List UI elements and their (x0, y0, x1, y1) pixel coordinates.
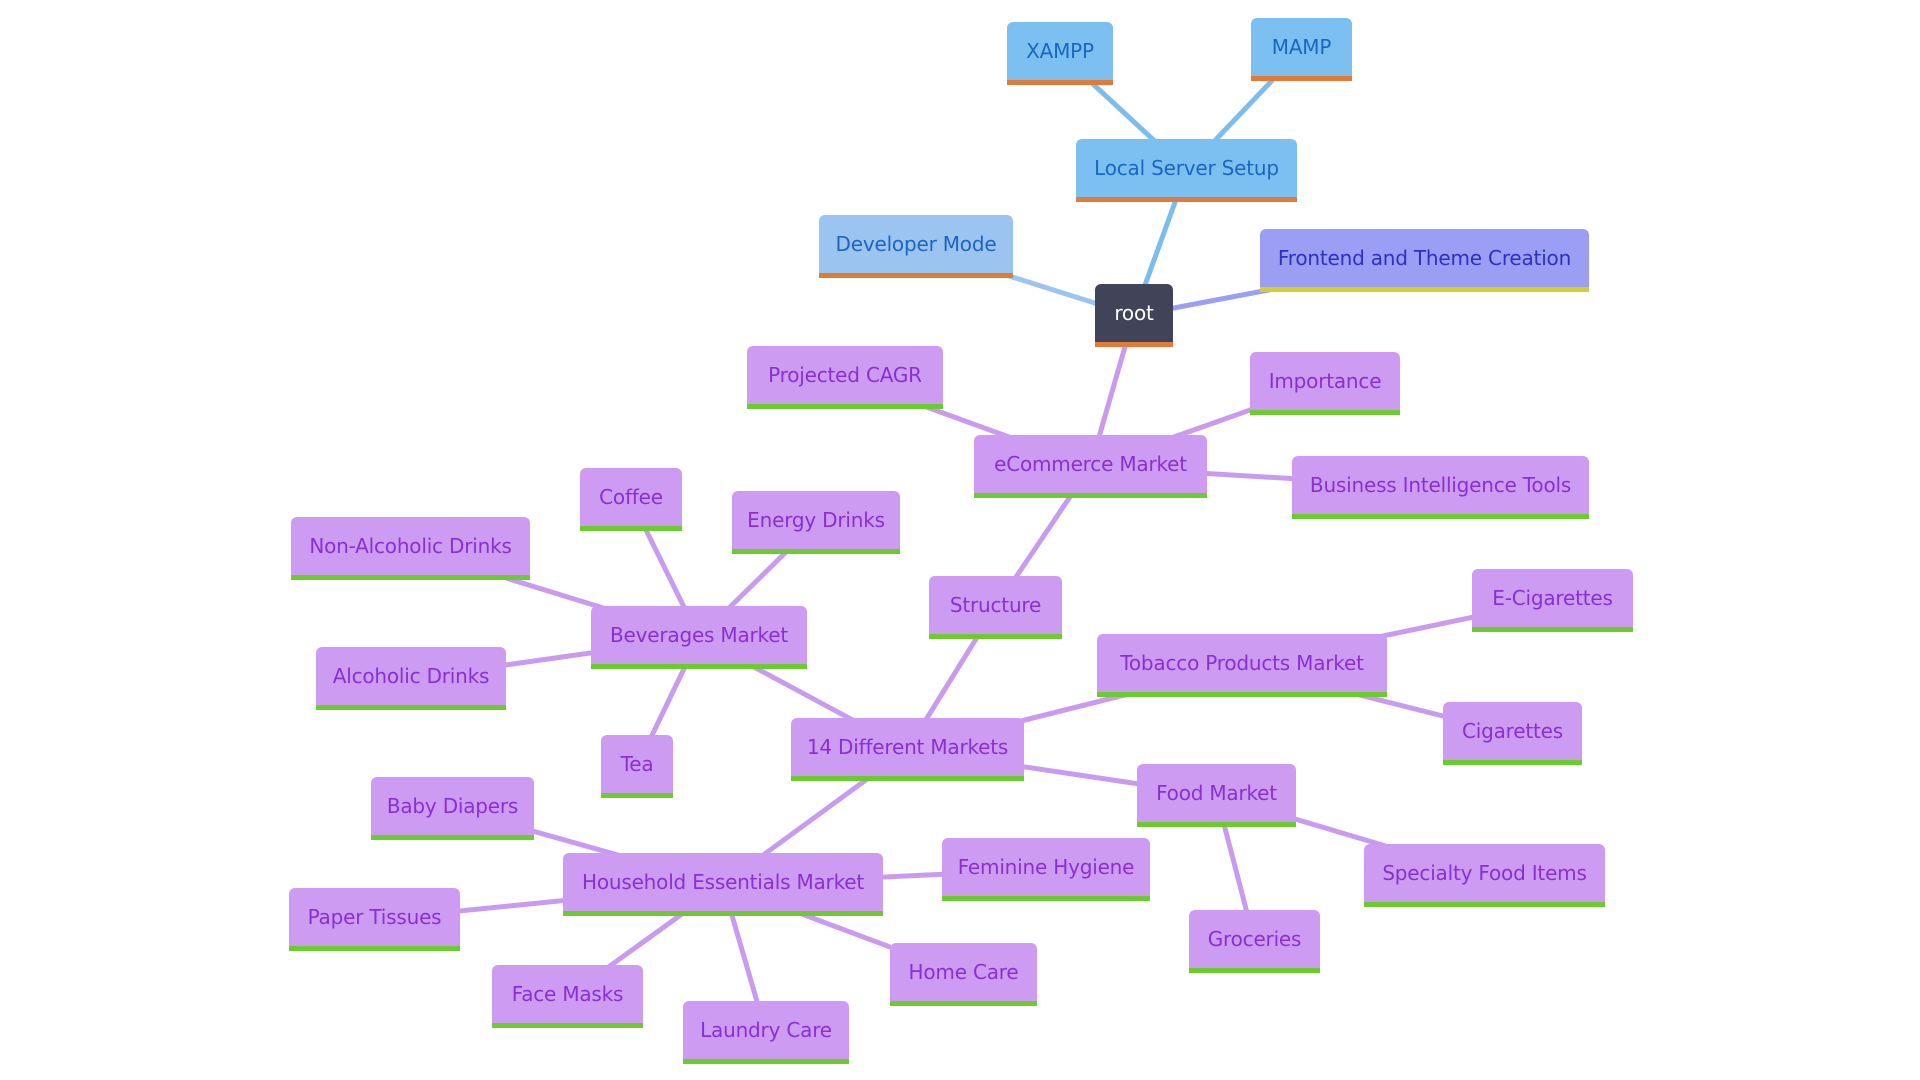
node-importance[interactable]: Importance (1250, 352, 1400, 415)
node-cigarettes[interactable]: Cigarettes (1443, 702, 1582, 765)
node-business-intelligence-tools[interactable]: Business Intelligence Tools (1292, 456, 1589, 519)
node-beverages-market[interactable]: Beverages Market (591, 606, 807, 669)
node-e-cigarettes[interactable]: E-Cigarettes (1472, 569, 1633, 632)
node-home-care[interactable]: Home Care (890, 943, 1037, 1006)
node-baby-diapers[interactable]: Baby Diapers (371, 777, 534, 840)
node-developer-mode[interactable]: Developer Mode (819, 215, 1013, 278)
node-feminine-hygiene[interactable]: Feminine Hygiene (942, 838, 1150, 901)
node-tobacco-products-market[interactable]: Tobacco Products Market (1097, 634, 1387, 697)
node-face-masks[interactable]: Face Masks (492, 965, 643, 1028)
node-non-alcoholic-drinks[interactable]: Non-Alcoholic Drinks (291, 517, 530, 580)
node-structure[interactable]: Structure (929, 576, 1062, 639)
node-food-market[interactable]: Food Market (1137, 764, 1296, 827)
node-projected-cagr[interactable]: Projected CAGR (747, 346, 943, 409)
node-paper-tissues[interactable]: Paper Tissues (289, 888, 460, 951)
node-ecommerce-market[interactable]: eCommerce Market (974, 435, 1207, 498)
node-laundry-care[interactable]: Laundry Care (683, 1001, 849, 1064)
node-mamp[interactable]: MAMP (1251, 18, 1352, 81)
edges-layer (374, 47, 1554, 1034)
node-frontend-theme-creation[interactable]: Frontend and Theme Creation (1260, 229, 1589, 292)
node-14-different-markets[interactable]: 14 Different Markets (791, 718, 1024, 781)
node-xampp[interactable]: XAMPP (1007, 22, 1113, 85)
node-root[interactable]: root (1095, 284, 1173, 347)
node-tea[interactable]: Tea (601, 735, 673, 798)
node-coffee[interactable]: Coffee (580, 468, 682, 531)
node-groceries[interactable]: Groceries (1189, 910, 1320, 973)
node-local-server-setup[interactable]: Local Server Setup (1076, 139, 1297, 202)
node-energy-drinks[interactable]: Energy Drinks (732, 491, 900, 554)
node-household-essentials-market[interactable]: Household Essentials Market (563, 853, 883, 916)
node-alcoholic-drinks[interactable]: Alcoholic Drinks (316, 647, 506, 710)
node-specialty-food-items[interactable]: Specialty Food Items (1364, 844, 1605, 907)
